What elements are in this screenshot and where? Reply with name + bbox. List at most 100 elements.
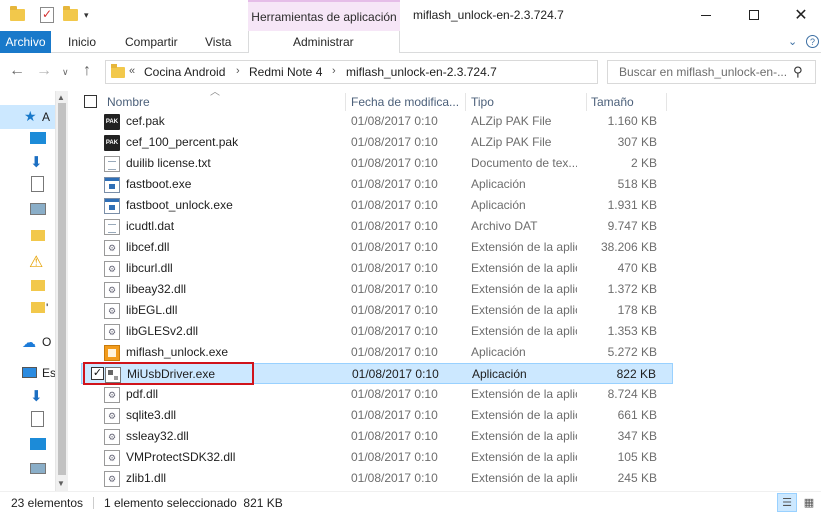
column-header-date[interactable]: Fecha de modifica...: [351, 91, 466, 113]
column-header-name-label: Nombre: [107, 95, 150, 109]
scroll-up-icon[interactable]: ▲: [57, 93, 65, 102]
file-name[interactable]: icudtl.dat: [126, 219, 174, 233]
table-row[interactable]: icudtl.dat 01/08/2017 0:10 Archivo DAT 9.74…: [81, 216, 673, 237]
breadcrumb-redmi-note-4[interactable]: Redmi Note 4: [249, 65, 322, 79]
large-icons-view-icon[interactable]: ▦: [799, 493, 819, 512]
file-name[interactable]: sqlite3.dll: [126, 408, 176, 422]
table-row[interactable]: libEGL.dll 01/08/2017 0:10 Extensión de la…: [81, 300, 673, 321]
select-all-checkbox[interactable]: [84, 95, 97, 108]
tab-archivo[interactable]: Archivo: [0, 31, 51, 53]
file-name[interactable]: ssleay32.dll: [126, 429, 189, 443]
file-name[interactable]: libGLESv2.dll: [126, 324, 198, 338]
nav-scroll-thumb[interactable]: [58, 103, 66, 475]
file-name[interactable]: libeay32.dll: [126, 282, 186, 296]
file-name[interactable]: cef.pak: [126, 114, 165, 128]
search-icon[interactable]: ⚲: [793, 64, 803, 80]
column-header-name[interactable]: Nombre: [107, 91, 347, 113]
file-name[interactable]: VMProtectSDK32.dll: [126, 450, 235, 464]
folder-icon[interactable]: [31, 302, 45, 313]
column-divider[interactable]: [586, 93, 587, 111]
search-input[interactable]: Buscar en miflash_unlock-en-...: [619, 65, 787, 79]
pictures-icon[interactable]: [30, 203, 46, 215]
nav-label-this-pc[interactable]: Es: [42, 366, 56, 380]
content-scrollbar[interactable]: [804, 91, 821, 491]
onedrive-icon[interactable]: ☁: [22, 334, 36, 351]
desktop-icon[interactable]: [30, 132, 46, 144]
table-row[interactable]: sqlite3.dll 01/08/2017 0:10 Extensión de l…: [81, 405, 673, 426]
new-folder-icon[interactable]: [61, 6, 79, 24]
table-row[interactable]: pdf.dll 01/08/2017 0:10 Extensión de la ap…: [81, 384, 673, 405]
documents-icon[interactable]: [31, 176, 44, 192]
nav-label-onedrive[interactable]: O: [42, 335, 51, 349]
expand-ribbon-icon[interactable]: ⌄: [788, 35, 797, 48]
tab-compartir[interactable]: Compartir: [125, 35, 178, 49]
table-row[interactable]: miflash_unlock.exe 01/08/2017 0:10 Aplicac…: [81, 342, 673, 363]
up-arrow-icon[interactable]: ↑: [83, 62, 91, 80]
recent-locations-icon[interactable]: ∨: [62, 67, 69, 78]
breadcrumb-cocina-android[interactable]: Cocina Android: [144, 65, 225, 79]
overflow-chevron-icon[interactable]: «: [129, 65, 135, 77]
help-icon[interactable]: ?: [806, 35, 819, 48]
address-bar[interactable]: « Cocina Android › Redmi Note 4 › miflas…: [105, 60, 699, 84]
table-row[interactable]: duilib license.txt 01/08/2017 0:10 Documen…: [81, 153, 673, 174]
forward-arrow-icon[interactable]: →: [36, 62, 52, 80]
column-header-size[interactable]: Tamaño: [591, 91, 666, 113]
nav-label-folder[interactable]: ': [46, 301, 48, 315]
table-row[interactable]: ssleay32.dll 01/08/2017 0:10 Extensión de …: [81, 426, 673, 447]
file-type: Aplicación: [472, 367, 527, 381]
details-view-icon[interactable]: ☰: [777, 493, 797, 512]
column-divider[interactable]: [345, 93, 346, 111]
search-box[interactable]: Buscar en miflash_unlock-en-... ⚲: [607, 60, 816, 84]
file-name[interactable]: libcurl.dll: [126, 261, 173, 275]
table-row[interactable]: libeay32.dll 01/08/2017 0:10 Extensión de …: [81, 279, 673, 300]
tab-vista[interactable]: Vista: [205, 35, 231, 49]
table-row[interactable]: libcurl.dll 01/08/2017 0:10 Extensión de l…: [81, 258, 673, 279]
file-name[interactable]: libcef.dll: [126, 240, 169, 254]
column-divider[interactable]: [465, 93, 466, 111]
tab-administrar[interactable]: Administrar: [293, 35, 354, 49]
column-divider[interactable]: [666, 93, 667, 111]
file-name[interactable]: pdf.dll: [126, 387, 158, 401]
warning-icon[interactable]: ⚠: [29, 252, 43, 272]
folder-icon[interactable]: [8, 6, 26, 24]
table-row[interactable]: PAK cef.pak 01/08/2017 0:10 ALZip PAK File 1…: [81, 111, 673, 132]
file-name[interactable]: fastboot_unlock.exe: [126, 198, 233, 212]
folder-icon[interactable]: [31, 230, 45, 241]
downloads-icon[interactable]: ⬇: [30, 387, 43, 405]
minimize-button[interactable]: [683, 0, 729, 30]
close-button[interactable]: ✕: [778, 0, 821, 30]
table-row[interactable]: zlib1.dll 01/08/2017 0:10 Extensión de la …: [81, 468, 673, 489]
table-row[interactable]: fastboot_unlock.exe 01/08/2017 0:10 Aplica…: [81, 195, 673, 216]
file-name[interactable]: duilib license.txt: [126, 156, 211, 170]
this-pc-icon[interactable]: [22, 367, 37, 378]
tab-inicio[interactable]: Inicio: [68, 35, 96, 49]
breadcrumb-separator-icon[interactable]: ›: [332, 65, 336, 77]
column-header-type[interactable]: Tipo: [471, 91, 586, 113]
table-row[interactable]: libGLESv2.dll 01/08/2017 0:10 Extensión de…: [81, 321, 673, 342]
file-name[interactable]: libEGL.dll: [126, 303, 177, 317]
breadcrumb-separator-icon[interactable]: ›: [236, 65, 240, 77]
file-name[interactable]: fastboot.exe: [126, 177, 191, 191]
properties-icon[interactable]: [38, 6, 56, 24]
folder-icon[interactable]: [31, 280, 45, 291]
table-row[interactable]: fastboot.exe 01/08/2017 0:10 Aplicación 518…: [81, 174, 673, 195]
nav-label-quick-access[interactable]: A: [42, 110, 50, 124]
table-row[interactable]: PAK cef_100_percent.pak 01/08/2017 0:10 ALZ…: [81, 132, 673, 153]
customize-quick-access-icon[interactable]: ▾: [84, 10, 89, 21]
downloads-icon[interactable]: ⬇: [30, 153, 43, 171]
quick-access-star-icon[interactable]: ★: [24, 108, 37, 125]
breadcrumb-current-folder[interactable]: miflash_unlock-en-2.3.724.7: [346, 65, 497, 79]
maximize-button[interactable]: [731, 0, 777, 30]
desktop-icon[interactable]: [30, 438, 46, 450]
nav-scrollbar[interactable]: ▲ ▼: [55, 91, 68, 491]
file-name[interactable]: zlib1.dll: [126, 471, 166, 485]
file-name[interactable]: miflash_unlock.exe: [126, 345, 228, 359]
documents-icon[interactable]: [31, 411, 44, 427]
pictures-icon[interactable]: [30, 463, 46, 474]
scroll-down-icon[interactable]: ▼: [57, 479, 65, 488]
file-name[interactable]: cef_100_percent.pak: [126, 135, 238, 149]
miflash-file-icon: [104, 345, 120, 361]
table-row[interactable]: VMProtectSDK32.dll 01/08/2017 0:10 Extensi…: [81, 447, 673, 468]
table-row[interactable]: libcef.dll 01/08/2017 0:10 Extensión de la…: [81, 237, 673, 258]
back-arrow-icon[interactable]: ←: [9, 62, 25, 80]
